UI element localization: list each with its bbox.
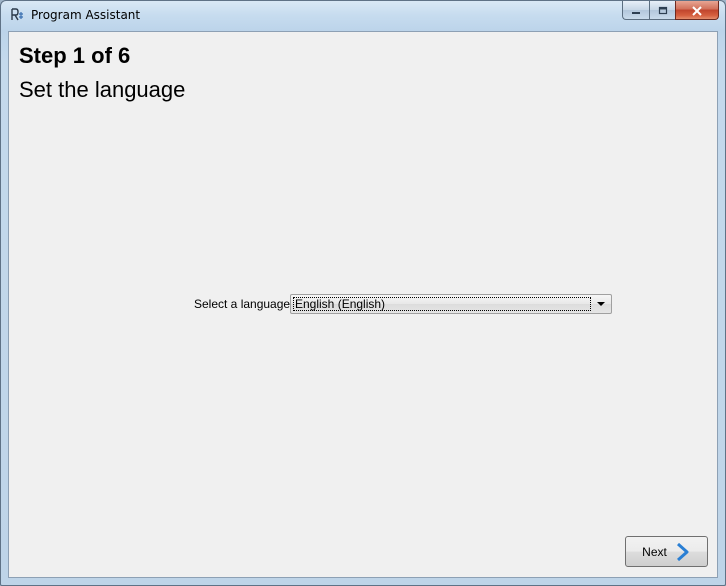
step-title: Step 1 of 6 bbox=[19, 43, 131, 68]
next-button-label: Next bbox=[642, 544, 667, 559]
maximize-icon bbox=[658, 1, 668, 20]
window-title: Program Assistant bbox=[31, 8, 141, 22]
program-assistant-window: Program Assistant Step 1 of 6 Set the la… bbox=[0, 0, 726, 586]
caption-buttons bbox=[622, 1, 719, 21]
minimize-icon bbox=[631, 1, 641, 20]
language-label: Select a language bbox=[194, 297, 291, 311]
chevron-down-icon[interactable] bbox=[594, 298, 608, 310]
title-bar[interactable]: Program Assistant bbox=[1, 1, 725, 31]
maximize-button[interactable] bbox=[649, 1, 675, 20]
language-selected-value: English (English) bbox=[293, 297, 591, 311]
language-dropdown[interactable]: English (English) bbox=[290, 294, 612, 314]
wizard-content: Step 1 of 6 Set the language Select a la… bbox=[8, 31, 718, 578]
close-button[interactable] bbox=[675, 1, 719, 20]
next-button[interactable]: Next bbox=[625, 536, 708, 567]
chevron-right-icon bbox=[675, 542, 691, 562]
close-icon bbox=[691, 1, 703, 20]
step-subtitle: Set the language bbox=[19, 77, 186, 102]
minimize-button[interactable] bbox=[622, 1, 649, 20]
app-icon bbox=[9, 7, 25, 23]
